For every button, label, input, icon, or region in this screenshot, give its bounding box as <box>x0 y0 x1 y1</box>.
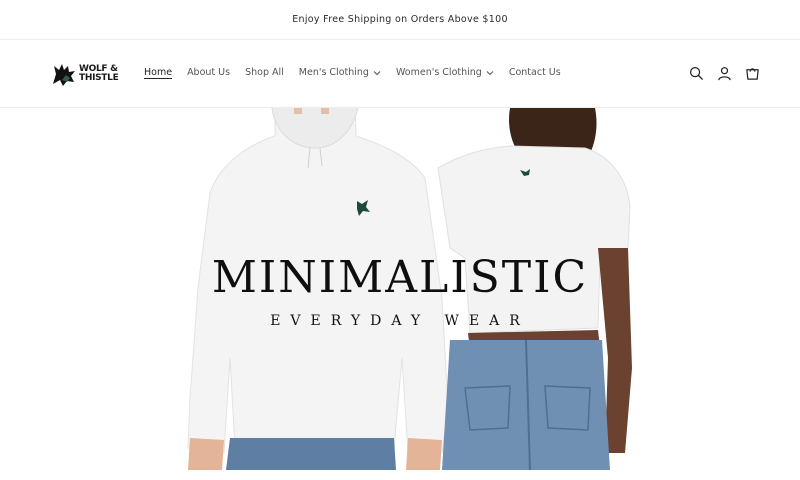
search-button[interactable] <box>688 65 704 81</box>
nav-about-us[interactable]: About Us <box>187 67 230 78</box>
chevron-down-icon <box>486 70 494 75</box>
nav-shop-all[interactable]: Shop All <box>245 67 284 78</box>
brand-wordmark: WOLF & THISTLE <box>79 65 119 83</box>
brand-logo[interactable]: WOLF & THISTLE <box>50 60 119 88</box>
hero-title: MINIMALISTIC <box>211 252 589 303</box>
cart-button[interactable] <box>744 65 760 81</box>
account-icon <box>717 66 731 80</box>
main-nav: Home About Us Shop All Men's Clothing Wo… <box>144 67 576 78</box>
nav-shop-label: Shop All <box>245 67 284 78</box>
hero-subtitle: EVERYDAY WEAR <box>270 313 530 329</box>
cart-icon <box>745 67 759 80</box>
nav-contact-us[interactable]: Contact Us <box>509 67 561 78</box>
site-header: WOLF & THISTLE Home About Us Shop All Me… <box>0 40 800 108</box>
announcement-bar: Enjoy Free Shipping on Orders Above $100 <box>0 0 800 40</box>
account-button[interactable] <box>716 65 732 81</box>
nav-home[interactable]: Home <box>144 67 172 78</box>
header-actions <box>676 65 760 81</box>
nav-womens-label: Women's Clothing <box>395 67 482 78</box>
nav-home-label: Home <box>144 67 173 78</box>
nav-mens-clothing[interactable]: Men's Clothing <box>299 67 381 78</box>
search-icon <box>689 66 703 80</box>
nav-about-label: About Us <box>187 67 231 78</box>
nav-contact-label: Contact Us <box>508 67 561 78</box>
brand-line-2: THISTLE <box>79 73 119 83</box>
nav-mens-label: Men's Clothing <box>298 67 369 78</box>
wolf-logo-icon <box>53 64 75 86</box>
nav-womens-clothing[interactable]: Women's Clothing <box>396 67 494 78</box>
chevron-down-icon <box>373 70 381 75</box>
hero-banner[interactable]: MINIMALISTIC EVERYDAY WEAR <box>0 108 800 480</box>
announcement-text: Enjoy Free Shipping on Orders Above $100 <box>292 14 508 25</box>
